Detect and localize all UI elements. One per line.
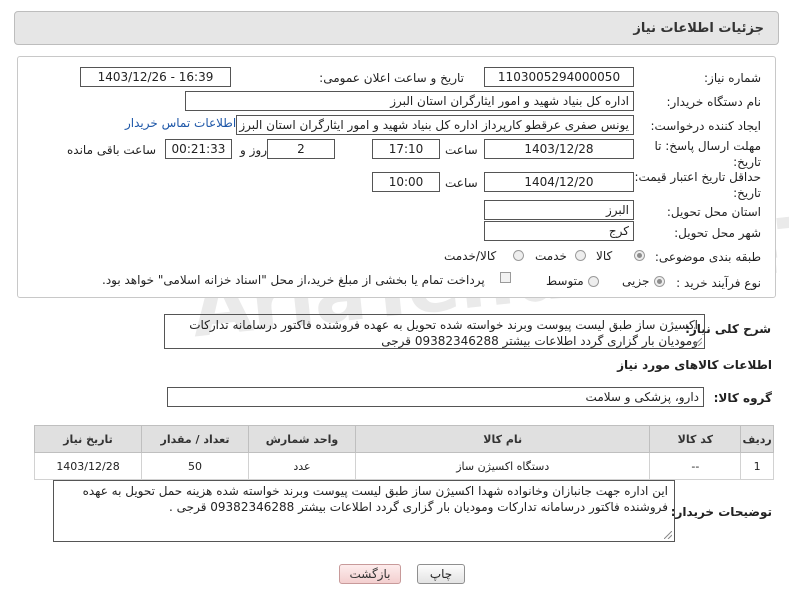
days-remaining-field[interactable]: 2 (267, 139, 335, 159)
cell-quantity: 50 (141, 452, 250, 480)
table-header-row: ردیف کد کالا نام کالا واحد شمارش تعداد /… (33, 425, 774, 453)
province-label: استان محل تحویل: (666, 205, 761, 219)
summary-text: اکسیژن ساز طبق لیست پیوست وبرند خواسته ش… (189, 318, 698, 348)
treasury-payment-text: پرداخت تمام یا بخشی از مبلغ خرید،از محل … (102, 273, 485, 287)
category-option-goods: کالا (596, 249, 613, 263)
page-header: جزئیات اطلاعات نیاز (14, 11, 779, 45)
price-validity-label: حداقل تاریخ اعتبار قیمت: تا تاریخ: (623, 170, 761, 200)
resize-grip-icon[interactable] (664, 531, 672, 539)
remaining-time-label: ساعت باقی مانده (67, 143, 157, 157)
buyer-contact-link[interactable]: اطلاعات تماس خریدار (125, 116, 236, 130)
need-number-field[interactable]: 1103005294000050 (484, 67, 634, 87)
price-validity-time-field[interactable]: 10:00 (372, 172, 440, 192)
price-validity-time-label: ساعت (445, 176, 478, 190)
deadline-time-label: ساعت (445, 143, 478, 157)
treasury-payment-checkbox[interactable] (500, 272, 511, 283)
cell-date: 1403/12/28 (33, 452, 143, 480)
announce-datetime-label: تاریخ و ساعت اعلان عمومی: (319, 71, 464, 85)
days-label: روز و (240, 143, 267, 157)
price-validity-date-field[interactable]: 1404/12/20 (484, 172, 634, 192)
goods-section-title: اطلاعات کالاهای مورد نیاز (617, 358, 772, 372)
need-number-label: شماره نیاز: (704, 71, 761, 85)
process-type-label: نوع فرآیند خرید : (676, 276, 761, 290)
category-radio-goods-service[interactable] (513, 250, 524, 261)
column-header-quantity: تعداد / مقدار (141, 425, 250, 453)
category-option-goods-service: کالا/خدمت (444, 249, 497, 263)
buyer-notes-textarea[interactable]: این اداره جهت جانبازان وخانواده شهدا اکس… (53, 480, 675, 542)
category-radio-service[interactable] (575, 250, 586, 261)
city-field[interactable]: کرج (484, 221, 634, 241)
creator-label: ایجاد کننده درخواست: (650, 119, 761, 133)
table-row[interactable]: 1 -- دستگاه اکسیژن ساز عدد 50 1403/12/28 (33, 452, 774, 480)
category-radio-goods[interactable] (634, 250, 645, 261)
announce-datetime-field[interactable]: 1403/12/26 - 16:39 (80, 67, 231, 87)
creator-field[interactable]: یونس صفری عرقطو کارپرداز اداره کل بنیاد … (236, 115, 634, 135)
process-radio-medium[interactable] (588, 276, 599, 287)
column-header-unit: واحد شمارش (248, 425, 356, 453)
cell-row-number: 1 (740, 452, 774, 480)
buyer-notes-label: توضیحات خریدار: (670, 505, 772, 519)
deadline-time-field[interactable]: 17:10 (372, 139, 440, 159)
province-field[interactable]: البرز (484, 200, 634, 220)
remaining-time-field[interactable]: 00:21:33 (165, 139, 232, 159)
buyer-org-field[interactable]: اداره کل بنیاد شهید و امور ایثارگران است… (185, 91, 634, 111)
buyer-notes-text: این اداره جهت جانبازان وخانواده شهدا اکس… (82, 484, 668, 514)
goods-group-label: گروه کالا: (713, 391, 772, 405)
cell-name: دستگاه اکسیژن ساز (354, 452, 651, 480)
column-header-date: تاریخ نیاز (33, 425, 143, 453)
deadline-date-field[interactable]: 1403/12/28 (484, 139, 634, 159)
category-option-service: خدمت (535, 249, 567, 263)
back-button[interactable]: بازگشت (339, 564, 401, 584)
goods-table: ردیف کد کالا نام کالا واحد شمارش تعداد /… (33, 425, 774, 480)
city-label: شهر محل تحویل: (674, 226, 761, 240)
print-button[interactable]: چاپ (417, 564, 465, 584)
column-header-name: نام کالا (354, 425, 651, 453)
resize-grip-icon[interactable] (694, 338, 702, 346)
deadline-label: مهلت ارسال پاسخ: تا تاریخ: (654, 139, 761, 169)
process-radio-minor[interactable] (654, 276, 665, 287)
column-header-row-number: ردیف (740, 425, 774, 453)
cell-unit: عدد (248, 452, 356, 480)
buyer-org-label: نام دستگاه خریدار: (666, 95, 762, 109)
cell-code: -- (649, 452, 742, 480)
process-option-minor: جزیی (622, 274, 650, 288)
category-label: طبقه بندی موضوعی: (654, 250, 761, 264)
process-option-medium: متوسط (546, 274, 584, 288)
column-header-code: کد کالا (649, 425, 742, 453)
goods-group-field[interactable]: دارو، پزشکی و سلامت (167, 387, 704, 407)
summary-textarea[interactable]: اکسیژن ساز طبق لیست پیوست وبرند خواسته ش… (164, 314, 705, 349)
page-title: جزئیات اطلاعات نیاز (633, 21, 764, 36)
